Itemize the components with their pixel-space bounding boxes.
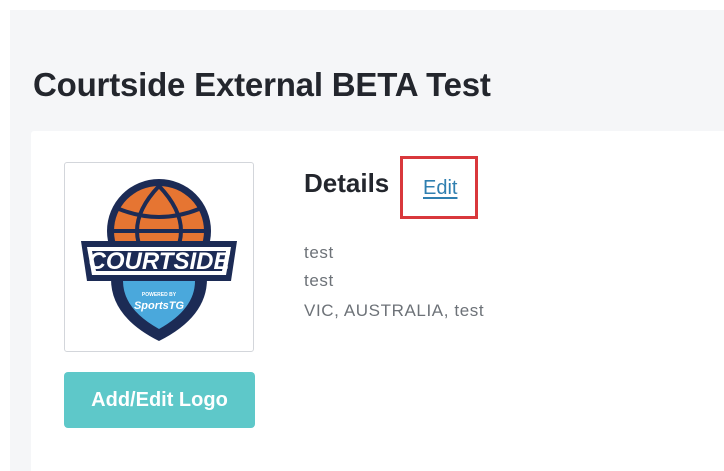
page-title: Courtside External BETA Test [33,66,491,104]
logo-powered-text: POWERED BY [142,292,177,298]
courtside-logo: COURTSIDE POWERED BY SportsTG [81,179,237,341]
details-line: VIC, AUSTRALIA, test [304,301,485,320]
add-edit-logo-button[interactable]: Add/Edit Logo [64,372,255,428]
edit-link[interactable]: Edit [423,177,457,200]
details-heading: Details [304,168,390,198]
logo-brand-text: SportsTG [134,300,185,312]
details-line: test [304,243,334,262]
logo-frame: COURTSIDE POWERED BY SportsTG [64,162,254,352]
logo-main-text: COURTSIDE [89,248,231,275]
details-line: test [304,271,334,290]
